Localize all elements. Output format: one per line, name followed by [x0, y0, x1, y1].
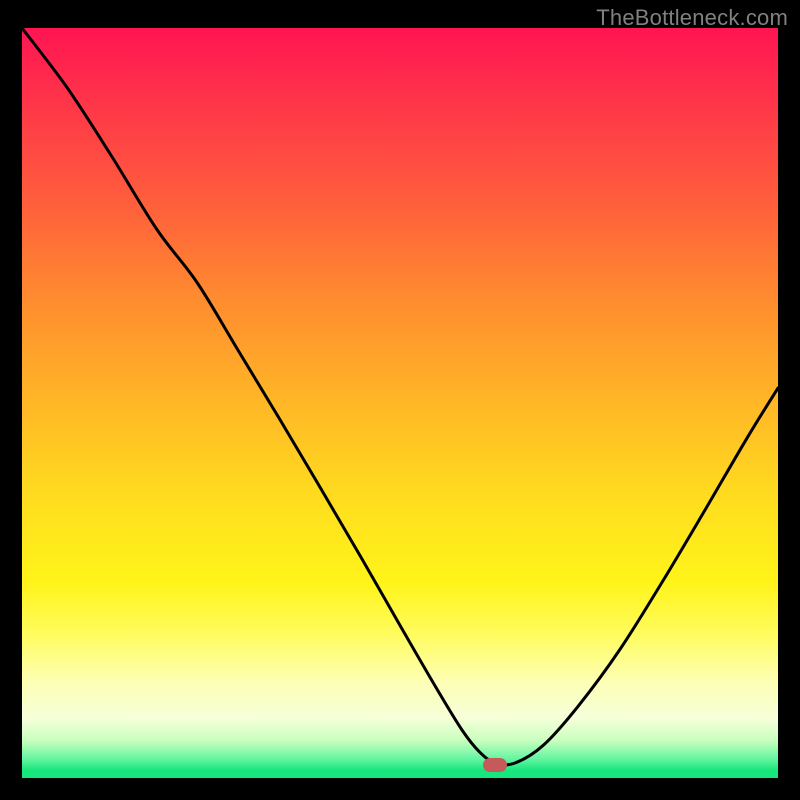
bottleneck-curve: [22, 28, 778, 778]
chart-frame: TheBottleneck.com: [0, 0, 800, 800]
plot-area: [22, 28, 778, 778]
min-point-marker: [483, 758, 507, 772]
watermark-label: TheBottleneck.com: [596, 5, 788, 31]
